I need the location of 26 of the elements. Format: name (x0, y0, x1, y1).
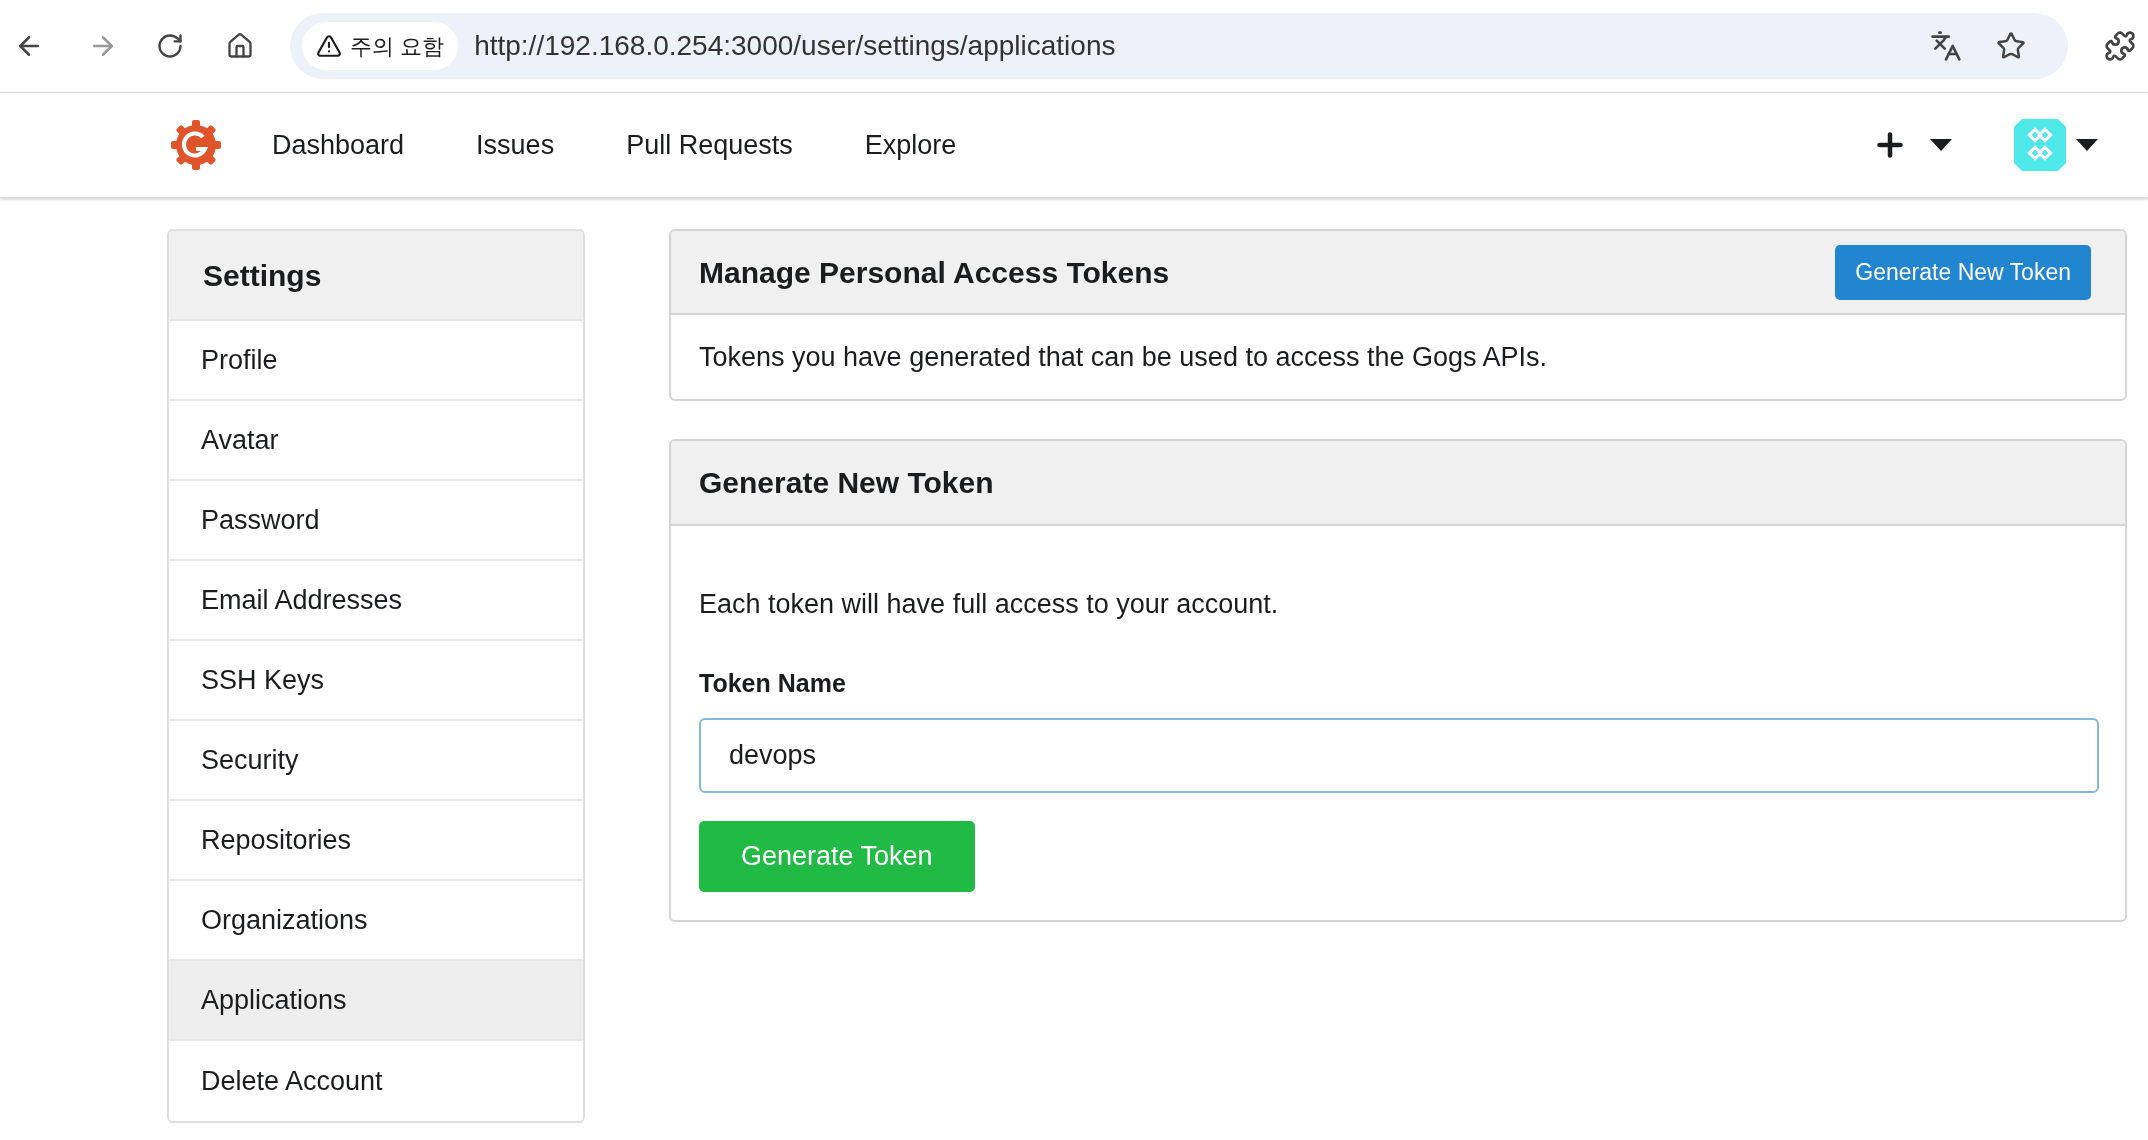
generate-new-token-button[interactable]: Generate New Token (1835, 244, 2091, 300)
card-description: Each token will have full access to your account. (699, 588, 1279, 621)
card-title: Generate New Token (699, 465, 994, 501)
nav-link[interactable]: Pull Requests (606, 124, 813, 166)
security-label: 주의 요함 (350, 32, 445, 61)
warning-icon (316, 33, 342, 59)
field-label: Token Name (699, 667, 846, 699)
gear-logo-icon[interactable] (170, 119, 222, 171)
extensions-icon[interactable] (2104, 30, 2136, 62)
card-title: Manage Personal Access Tokens (699, 254, 1170, 291)
reload-icon[interactable] (156, 32, 184, 60)
nav-link[interactable]: Explore (844, 124, 977, 166)
home-icon[interactable] (226, 32, 254, 60)
star-icon[interactable] (1996, 31, 2026, 61)
menu-item[interactable]: Applications (169, 961, 583, 1041)
translate-icon[interactable] (1930, 30, 1962, 62)
security-badge[interactable]: 주의 요함 (302, 22, 459, 70)
nav-link[interactable]: Issues (456, 124, 575, 166)
caret-icon[interactable] (2076, 139, 2098, 151)
token-name-field[interactable]: devops (699, 718, 2099, 793)
card-description: Tokens you have generated that can be used to access the Gogs APIs. (699, 340, 1548, 374)
caret-icon[interactable] (1930, 139, 1952, 151)
menu-header: Settings (169, 231, 583, 321)
url-text: http://192.168.0.254:3000/user/settings/applications (474, 29, 1116, 63)
nav-link[interactable]: Dashboard (252, 124, 425, 166)
address-bar[interactable]: 주의 요함 http://192.168.0.254:3000/user/settings/applications (290, 13, 2068, 79)
